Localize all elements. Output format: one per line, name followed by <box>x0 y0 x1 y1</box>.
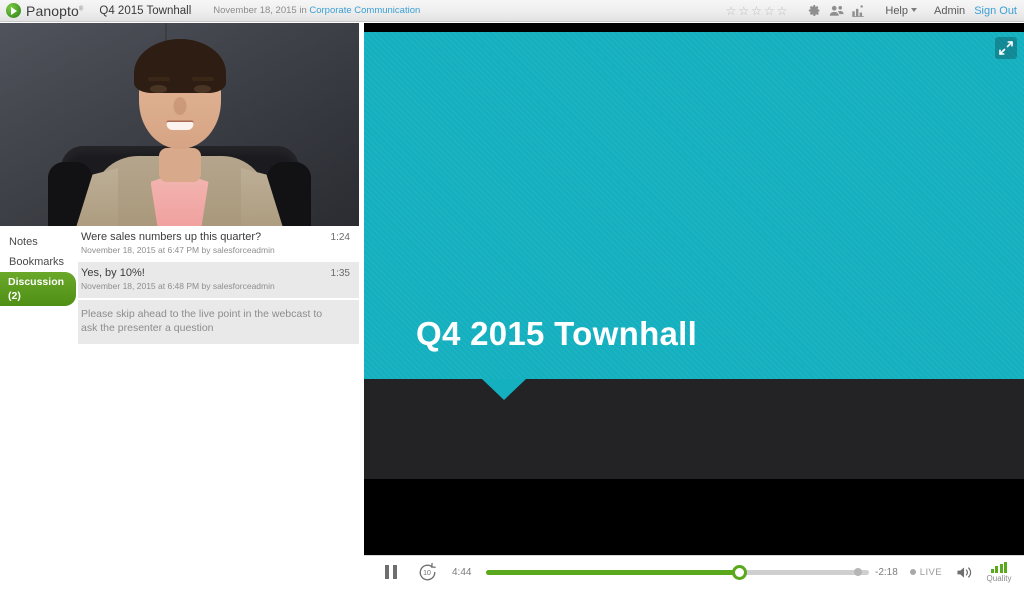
help-label: Help <box>885 4 908 17</box>
player-controls: 10 4:44 -2:18 LIVE Quality <box>364 555 1024 588</box>
stats-icon[interactable] <box>847 2 869 20</box>
folder-link[interactable]: Corporate Communication <box>309 5 420 16</box>
presenter-neck <box>158 148 201 182</box>
pause-bar-right <box>393 565 397 579</box>
panopto-play-icon <box>6 3 21 18</box>
gear-icon[interactable] <box>803 2 825 20</box>
signal-bars-icon <box>990 561 1008 573</box>
slide-title: Q4 2015 Townhall <box>416 315 698 352</box>
tab-notes[interactable]: Notes <box>0 232 78 252</box>
live-indicator[interactable]: LIVE <box>909 566 942 578</box>
rewind-10-icon[interactable]: 10 <box>412 556 442 589</box>
admin-link[interactable]: Admin <box>934 5 965 17</box>
signal-bar-1 <box>990 568 994 573</box>
progress-handle[interactable] <box>731 564 747 580</box>
signal-bar-4 <box>1004 561 1008 573</box>
nose <box>173 97 186 115</box>
signal-bar-2 <box>995 566 999 573</box>
presentation-slide: Q4 2015 Townhall <box>364 32 1024 379</box>
tab-discussion[interactable]: Discussion (2) <box>0 272 76 306</box>
star-icon[interactable]: ☆ <box>738 5 749 17</box>
discussion-item[interactable]: Yes, by 10%! 1:35 November 18, 2015 at 6… <box>78 262 359 298</box>
discussion-list: Were sales numbers up this quarter? 1:24… <box>78 226 359 344</box>
left-panel: Notes Bookmarks Discussion (2) Were sale… <box>0 23 359 588</box>
elapsed-time: 4:44 <box>452 566 472 578</box>
eye-left <box>150 85 167 93</box>
chevron-down-icon <box>911 7 917 12</box>
slide-notch <box>482 379 526 400</box>
trademark-mark: ® <box>78 5 84 12</box>
quality-label: Quality <box>986 573 1012 583</box>
star-rating[interactable]: ☆ ☆ ☆ ☆ ☆ <box>726 5 788 17</box>
people-icon[interactable] <box>825 2 847 20</box>
header-actions: ☆ ☆ ☆ ☆ ☆ Help Admin Sign Out <box>726 2 1024 20</box>
brand-name: Panopto® <box>26 2 84 19</box>
live-point-notice: Please skip ahead to the live point in t… <box>78 300 359 344</box>
signal-bar-3 <box>999 563 1003 573</box>
discussion-item-meta: November 18, 2015 at 6:48 PM by salesfor… <box>81 281 275 291</box>
live-label: LIVE <box>919 566 942 578</box>
eyebrow-left <box>148 77 170 81</box>
star-icon[interactable]: ☆ <box>777 5 788 17</box>
star-icon[interactable]: ☆ <box>764 5 775 17</box>
discussion-item-text: Were sales numbers up this quarter? <box>81 231 262 243</box>
webcam-video[interactable] <box>0 23 359 226</box>
discussion-item-timecode[interactable]: 1:24 <box>325 232 350 243</box>
remaining-time: -2:18 <box>875 566 898 578</box>
discussion-item-timecode[interactable]: 1:35 <box>325 268 350 279</box>
discussion-item[interactable]: Were sales numbers up this quarter? 1:24… <box>78 226 359 262</box>
session-meta: November 18, 2015 in Corporate Communica… <box>213 5 420 16</box>
discussion-item-meta: November 18, 2015 at 6:47 PM by salesfor… <box>81 245 275 255</box>
mouth <box>166 122 193 130</box>
discussion-item-text: Yes, by 10%! <box>81 267 145 279</box>
discussion-item-head: Were sales numbers up this quarter? 1:24 <box>81 231 350 243</box>
help-menu[interactable]: Help <box>885 5 917 17</box>
progress-scrubber[interactable] <box>486 556 869 589</box>
fullscreen-expand-icon[interactable] <box>995 37 1017 59</box>
quality-button[interactable]: Quality <box>980 556 1018 589</box>
volume-icon[interactable] <box>950 556 978 589</box>
tab-bookmarks[interactable]: Bookmarks <box>0 252 78 272</box>
live-status-dot <box>909 569 916 575</box>
sign-out-link[interactable]: Sign Out <box>974 5 1017 17</box>
buffer-marker <box>853 568 862 576</box>
app-header: Panopto® Q4 2015 Townhall November 18, 2… <box>0 0 1024 22</box>
star-icon[interactable]: ☆ <box>726 5 737 17</box>
primary-video-stage[interactable]: Q4 2015 Townhall <box>364 23 1024 555</box>
panel-tabs: Notes Bookmarks Discussion (2) <box>0 226 78 306</box>
star-icon[interactable]: ☆ <box>751 5 762 17</box>
eyebrow-right <box>192 77 214 81</box>
slide-footer-band <box>364 379 1024 479</box>
session-title: Q4 2015 Townhall <box>99 4 192 17</box>
eye-right <box>194 85 211 93</box>
session-date: November 18, 2015 in <box>213 5 310 16</box>
discussion-item-head: Yes, by 10%! 1:35 <box>81 267 350 279</box>
notes-discussion-panel: Notes Bookmarks Discussion (2) Were sale… <box>0 226 359 588</box>
progress-fill <box>486 569 739 575</box>
brand-logo[interactable]: Panopto® <box>0 3 83 19</box>
pause-icon[interactable] <box>376 556 406 589</box>
pause-bar-left <box>385 565 389 579</box>
